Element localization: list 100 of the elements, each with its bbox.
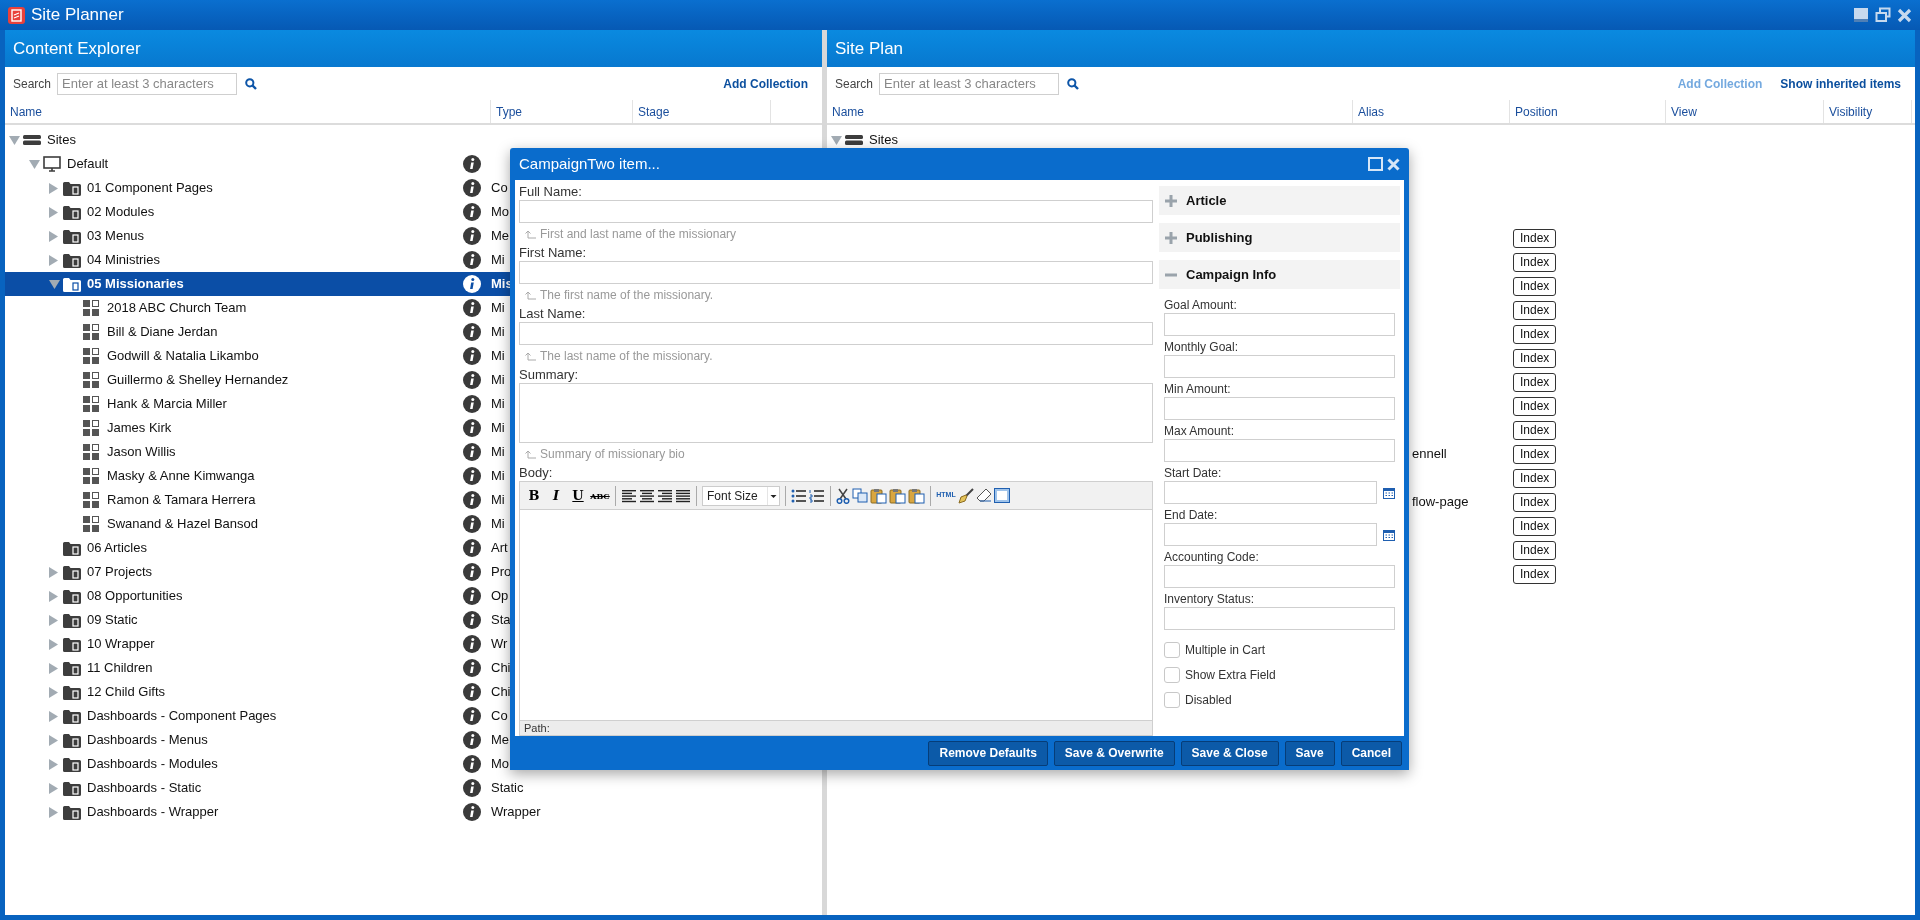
calendar-icon[interactable] [1383, 528, 1395, 541]
caret-right-icon[interactable] [49, 806, 58, 818]
section-header[interactable]: Campaign Info [1159, 260, 1400, 289]
tree-row[interactable]: Bill & Diane Jerdan Mi [5, 320, 822, 344]
info-icon[interactable] [463, 323, 481, 341]
index-button[interactable]: Index [1513, 301, 1557, 320]
info-icon[interactable] [463, 179, 481, 197]
search-field[interactable]: Enter at least 3 characters [879, 72, 1060, 95]
eraser-icon[interactable] [976, 488, 992, 503]
info-icon[interactable] [463, 467, 481, 485]
info-icon[interactable] [463, 587, 481, 605]
text-field[interactable] [1164, 397, 1395, 420]
align-center-icon[interactable] [639, 488, 655, 503]
search-field[interactable]: Enter at least 3 characters [57, 72, 238, 95]
column-header[interactable]: Stage [633, 100, 771, 123]
caret-right-icon[interactable] [49, 206, 58, 218]
section-header[interactable]: Article [1159, 186, 1400, 215]
caret-right-icon[interactable] [49, 734, 58, 746]
index-button[interactable]: Index [1513, 277, 1557, 296]
info-icon[interactable] [463, 443, 481, 461]
text-field[interactable] [1164, 439, 1395, 462]
index-button[interactable]: Index [1513, 253, 1557, 272]
section-header[interactable]: Publishing [1159, 223, 1400, 252]
justify-icon[interactable] [675, 488, 691, 503]
close-icon[interactable] [1897, 7, 1912, 23]
copy-icon[interactable] [852, 488, 868, 503]
close-icon[interactable] [1387, 157, 1400, 171]
minimize-icon[interactable] [1853, 7, 1869, 23]
index-button[interactable]: Index [1513, 373, 1557, 392]
date-field[interactable] [1164, 481, 1377, 504]
info-icon[interactable] [463, 227, 481, 245]
text-field[interactable] [519, 261, 1153, 284]
text-field[interactable] [1164, 313, 1395, 336]
info-icon[interactable] [463, 251, 481, 269]
toolbar-link[interactable]: Show inherited items [1780, 74, 1901, 93]
window-icon[interactable] [994, 488, 1010, 503]
info-icon[interactable] [463, 755, 481, 773]
clipboard-icon[interactable] [889, 487, 906, 504]
info-icon[interactable] [463, 731, 481, 749]
info-icon[interactable] [463, 347, 481, 365]
info-icon[interactable] [463, 299, 481, 317]
caret-right-icon[interactable] [49, 758, 58, 770]
caret-down-icon[interactable] [29, 159, 40, 169]
column-header[interactable]: Name [5, 100, 491, 123]
column-header[interactable]: View [1666, 100, 1824, 123]
info-icon[interactable] [463, 707, 481, 725]
tree-row[interactable]: Sites [827, 128, 1915, 152]
tree-row[interactable]: Hank & Marcia Miller Mi [5, 392, 822, 416]
caret-right-icon[interactable] [49, 182, 58, 194]
scissors-icon[interactable] [836, 487, 850, 504]
info-icon[interactable] [463, 635, 481, 653]
index-button[interactable]: Index [1513, 325, 1557, 344]
caret-right-icon[interactable] [49, 230, 58, 242]
tree-row[interactable]: 11 Children Chi [5, 656, 822, 680]
info-icon[interactable] [463, 779, 481, 797]
dialog-button[interactable]: Cancel [1340, 740, 1402, 766]
text-field[interactable] [1164, 355, 1395, 378]
italic-button[interactable]: I [546, 485, 566, 506]
info-icon[interactable] [463, 515, 481, 533]
restore-icon[interactable] [1875, 7, 1891, 23]
tree-row[interactable]: 09 Static Sta [5, 608, 822, 632]
caret-right-icon[interactable] [49, 710, 58, 722]
info-icon[interactable] [463, 491, 481, 509]
caret-right-icon[interactable] [49, 566, 58, 578]
index-button[interactable]: Index [1513, 517, 1557, 536]
index-button[interactable]: Index [1513, 397, 1557, 416]
dialog-button[interactable]: Save & Overwrite [1053, 740, 1175, 766]
text-field[interactable] [1164, 607, 1395, 630]
checkbox[interactable] [1164, 691, 1180, 708]
caret-right-icon[interactable] [49, 662, 58, 674]
tree-row[interactable]: 02 Modules Mo [5, 200, 822, 224]
tree-row[interactable]: Dashboards - Modules Mo [5, 752, 822, 776]
text-field[interactable] [519, 322, 1153, 345]
info-icon[interactable] [463, 395, 481, 413]
info-icon[interactable] [463, 683, 481, 701]
info-icon[interactable] [463, 563, 481, 581]
caret-right-icon[interactable] [49, 614, 58, 626]
tree-row[interactable]: 08 Opportunities Op [5, 584, 822, 608]
numbered-list-icon[interactable] [809, 488, 825, 503]
info-icon[interactable] [463, 803, 481, 821]
column-header[interactable]: Position [1510, 100, 1666, 123]
tree-row[interactable]: 10 Wrapper Wr [5, 632, 822, 656]
bullet-list-icon[interactable] [791, 488, 807, 503]
date-field[interactable] [1164, 523, 1377, 546]
info-icon[interactable] [463, 539, 481, 557]
caret-right-icon[interactable] [49, 686, 58, 698]
dialog-button[interactable]: Save [1284, 740, 1335, 766]
tree-row[interactable]: Dashboards - Static Static [5, 776, 822, 800]
caret-down-icon[interactable] [49, 279, 60, 289]
index-button[interactable]: Index [1513, 349, 1557, 368]
tree-row[interactable]: 12 Child Gifts Chi [5, 680, 822, 704]
info-icon[interactable] [463, 155, 481, 173]
clipboard-icon[interactable] [870, 487, 887, 504]
column-header[interactable]: Alias [1353, 100, 1510, 123]
index-button[interactable]: Index [1513, 229, 1557, 248]
caret-right-icon[interactable] [49, 782, 58, 794]
bold-button[interactable]: B [524, 485, 544, 506]
search-icon[interactable] [245, 77, 258, 90]
text-field[interactable] [1164, 565, 1395, 588]
column-header[interactable]: Name [827, 100, 1353, 123]
